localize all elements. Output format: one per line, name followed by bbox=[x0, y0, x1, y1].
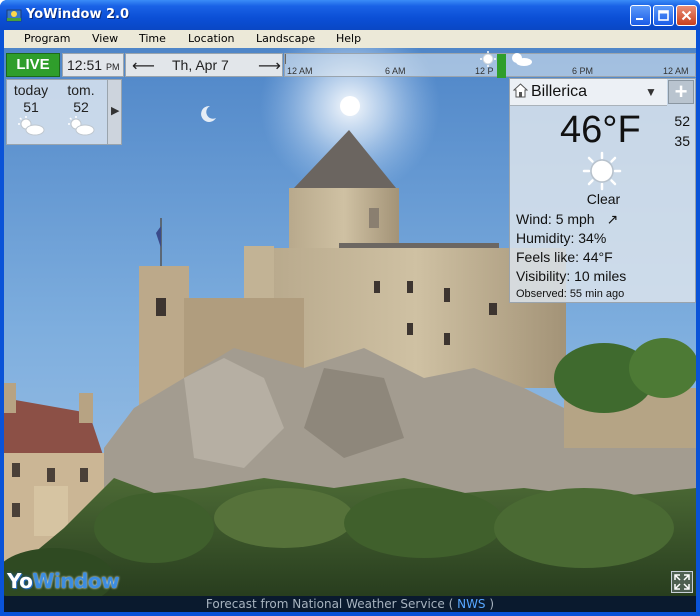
sun-icon bbox=[582, 151, 622, 191]
timeline-label: 6 AM bbox=[385, 66, 406, 76]
minimize-icon bbox=[636, 18, 643, 20]
play-right-icon: ▶ bbox=[111, 105, 120, 117]
home-icon bbox=[513, 83, 528, 98]
date-navigator: ⟵ Th, Apr 7 ⟶ bbox=[125, 53, 283, 77]
visibility-label: Visibility: bbox=[516, 268, 571, 284]
nws-link[interactable]: NWS bbox=[457, 597, 485, 611]
time-ampm: PM bbox=[105, 62, 120, 72]
maximize-icon bbox=[658, 10, 669, 21]
menu-time[interactable]: Time bbox=[139, 32, 166, 45]
title-bar[interactable]: YoWindow 2.0 bbox=[0, 0, 700, 30]
humidity-row: Humidity: 34% bbox=[516, 230, 606, 246]
timeline-label: 12 AM bbox=[663, 66, 689, 76]
wind-label: Wind: bbox=[516, 211, 552, 227]
forecast-tomorrow[interactable]: tom. 52 bbox=[57, 80, 105, 144]
forecast-next-button[interactable]: ▶ bbox=[107, 80, 121, 144]
timeline-now-marker[interactable] bbox=[497, 54, 506, 78]
forecast-temp: 52 bbox=[73, 99, 89, 115]
menu-landscape[interactable]: Landscape bbox=[256, 32, 315, 45]
time-toolbar: LIVE 12:51 PM ⟵ Th, Apr 7 ⟶ 12 AM 6 AM 1… bbox=[4, 51, 696, 78]
timeline-sun-icon bbox=[480, 51, 496, 67]
forecast-day-label: tom. bbox=[67, 82, 95, 98]
current-weather-panel: Billerica ▼ + 46°F 52 35 Clear Wind: 5 m… bbox=[509, 78, 696, 303]
observed-label: Observed: bbox=[516, 288, 567, 300]
app-window: YoWindow 2.0 Program View Time Location … bbox=[0, 0, 700, 616]
timeline-label: 6 PM bbox=[572, 66, 594, 76]
fullscreen-button[interactable] bbox=[671, 571, 693, 593]
location-name: Billerica bbox=[531, 83, 588, 100]
visibility-row: Visibility: 10 miles bbox=[516, 268, 626, 284]
menu-program[interactable]: Program bbox=[24, 32, 70, 45]
footer-suffix: ) bbox=[489, 597, 495, 611]
menu-bar: Program View Time Location Landscape Hel… bbox=[4, 30, 696, 48]
timeline-label: 12 P bbox=[475, 66, 494, 76]
close-icon bbox=[681, 10, 692, 21]
add-location-button[interactable]: + bbox=[668, 80, 694, 104]
menu-location[interactable]: Location bbox=[188, 32, 235, 45]
timeline-tick bbox=[285, 54, 286, 64]
day-timeline[interactable]: 12 AM 6 AM 12 P 6 PM 12 AM bbox=[284, 51, 696, 78]
visibility-value: 10 miles bbox=[574, 268, 627, 284]
client-area: LIVE 12:51 PM ⟵ Th, Apr 7 ⟶ 12 AM 6 AM 1… bbox=[4, 48, 696, 612]
logo-yo: Yo bbox=[7, 569, 33, 593]
maximize-button[interactable] bbox=[653, 5, 674, 26]
chevron-down-icon: ▼ bbox=[645, 85, 657, 99]
current-time[interactable]: 12:51 PM bbox=[62, 53, 124, 77]
humidity-value: 34% bbox=[578, 230, 607, 246]
high-low: 52 35 bbox=[670, 111, 690, 151]
close-button[interactable] bbox=[676, 5, 697, 26]
location-selector[interactable]: Billerica ▼ bbox=[510, 79, 667, 106]
timeline-cloud-sun-icon bbox=[512, 53, 532, 66]
high-temp: 52 bbox=[674, 113, 690, 129]
wind-value: 5 mph bbox=[555, 211, 595, 227]
partly-sunny-icon bbox=[68, 116, 95, 136]
footer-prefix: Forecast from National Weather Service ( bbox=[205, 597, 454, 611]
current-date: Th, Apr 7 bbox=[172, 57, 229, 73]
forecast-source-footer: Forecast from National Weather Service (… bbox=[4, 596, 696, 612]
humidity-label: Humidity: bbox=[516, 230, 575, 246]
prev-day-arrow-icon[interactable]: ⟵ bbox=[132, 56, 155, 76]
next-day-arrow-icon[interactable]: ⟶ bbox=[258, 56, 281, 76]
feels-like-row: Feels like: 44°F bbox=[516, 249, 613, 265]
observed-row: Observed: 55 min ago bbox=[516, 288, 624, 300]
logo-window: Window bbox=[32, 569, 120, 593]
forecast-today[interactable]: today 51 bbox=[7, 80, 55, 144]
time-value: 12:51 bbox=[67, 57, 103, 73]
forecast-panel: today 51 tom. 52 ▶ bbox=[6, 79, 122, 145]
live-button[interactable]: LIVE bbox=[6, 53, 60, 77]
yowindow-logo[interactable]: YoWindow bbox=[7, 569, 120, 593]
menu-help[interactable]: Help bbox=[336, 32, 361, 45]
menu-view[interactable]: View bbox=[92, 32, 118, 45]
fullscreen-icon bbox=[674, 574, 690, 590]
condition-text: Clear bbox=[586, 191, 621, 207]
low-temp: 35 bbox=[674, 133, 690, 149]
timeline-label: 12 AM bbox=[287, 66, 313, 76]
forecast-temp: 51 bbox=[23, 99, 39, 115]
wind-row: Wind: 5 mph ↗ bbox=[516, 211, 618, 228]
feels-like-label: Feels like: bbox=[516, 249, 580, 265]
feels-like-value: 44°F bbox=[582, 249, 613, 265]
wind-direction-arrow-icon: ↗ bbox=[606, 211, 619, 227]
window-title: YoWindow 2.0 bbox=[26, 7, 130, 22]
current-temperature: 46°F bbox=[560, 109, 641, 151]
app-icon bbox=[6, 9, 22, 22]
observed-value: 55 min ago bbox=[569, 288, 625, 300]
minimize-button[interactable] bbox=[630, 5, 651, 26]
forecast-day-label: today bbox=[13, 82, 49, 98]
partly-sunny-icon bbox=[18, 116, 45, 136]
